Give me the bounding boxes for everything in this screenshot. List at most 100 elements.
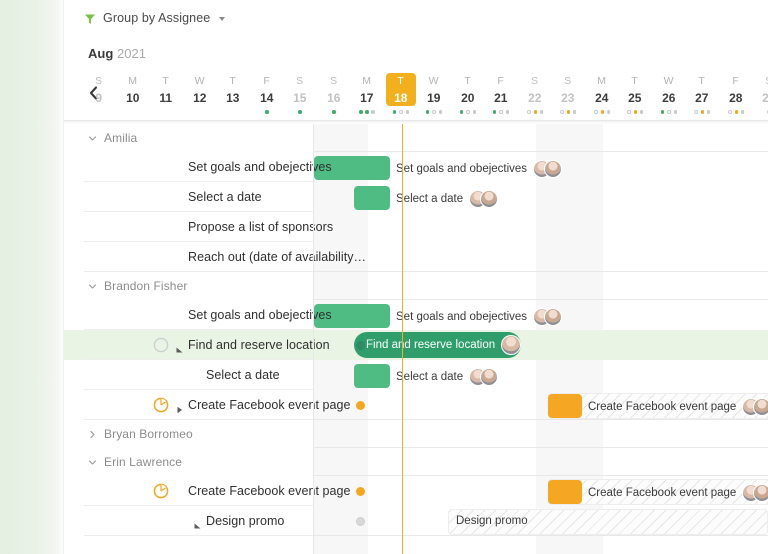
task-name-label: Propose a list of sponsors: [188, 220, 334, 234]
group-header-bryan-borromeo[interactable]: Bryan Borromeo: [64, 420, 313, 448]
task-row[interactable]: Design promo: [64, 506, 365, 536]
day-activity-dots: [183, 108, 217, 116]
day-column-22[interactable]: S 22: [518, 70, 552, 120]
task-list-pane: Amilia Set goals and obejectives Select a …: [64, 124, 366, 554]
assignee-avatars[interactable]: [533, 308, 563, 326]
avatar[interactable]: [544, 160, 563, 178]
activity-dot: [706, 110, 710, 114]
avatar[interactable]: [544, 308, 563, 326]
day-column-20[interactable]: T 20: [451, 70, 485, 120]
day-column-14[interactable]: F 14: [250, 70, 284, 120]
task-status-dot[interactable]: [356, 371, 365, 380]
gantt-bar-selected[interactable]: Find and reserve location: [354, 332, 522, 358]
task-status-dot[interactable]: [356, 487, 365, 496]
gantt-app: Group by Assignee Aug 2021 S 9 M 10 T 11 W 12 T 1…: [0, 0, 768, 554]
task-row[interactable]: Select a date: [64, 360, 365, 390]
day-column-10[interactable]: M 10: [116, 70, 150, 120]
day-column-12[interactable]: W 12: [183, 70, 217, 120]
chevron-down-icon[interactable]: [84, 458, 100, 467]
day-column-16[interactable]: S 16: [317, 70, 351, 120]
avatar[interactable]: [753, 398, 768, 416]
activity-dot: [693, 109, 698, 115]
task-row[interactable]: Set goals and obejectives: [64, 300, 365, 330]
day-number-label: 29: [762, 91, 768, 105]
day-of-week-label: T: [229, 75, 237, 87]
task-row[interactable]: Select a date: [64, 182, 365, 212]
assignee-avatars[interactable]: [501, 335, 522, 355]
day-column-25[interactable]: T 25: [618, 70, 652, 120]
day-column-17[interactable]: M 17: [350, 70, 384, 120]
day-number-label: 27: [695, 91, 709, 105]
expand-triangle-icon[interactable]: [176, 401, 186, 414]
task-row[interactable]: Set goals and obejectives: [64, 152, 365, 182]
day-column-9[interactable]: S9: [82, 70, 116, 120]
day-column-19[interactable]: W 19: [417, 70, 451, 120]
task-row[interactable]: Find and reserve location: [64, 330, 365, 360]
day-number-label: 16: [327, 91, 341, 105]
group-by-assignee-button[interactable]: Group by Assignee: [84, 11, 226, 25]
task-status-dot[interactable]: [356, 341, 365, 350]
task-status-dot[interactable]: [356, 311, 365, 320]
assignee-avatars[interactable]: [742, 484, 768, 502]
progress-ring-icon[interactable]: [153, 397, 169, 413]
task-status-dot[interactable]: [356, 193, 365, 202]
task-status-dot[interactable]: [356, 163, 365, 172]
assignee-avatars[interactable]: [469, 368, 499, 386]
group-header-brandon-fisher[interactable]: Brandon Fisher: [64, 272, 313, 300]
assignee-avatars[interactable]: [469, 190, 499, 208]
day-column-28[interactable]: F 28: [719, 70, 753, 120]
activity-dot: [600, 110, 604, 114]
day-number-label: 24: [595, 91, 609, 105]
chevron-down-icon[interactable]: [219, 17, 226, 21]
gantt-bar-label: Select a date: [396, 190, 499, 208]
activity-dot: [505, 110, 509, 114]
day-column-18[interactable]: T 18: [384, 70, 418, 120]
avatar[interactable]: [501, 335, 522, 355]
chevron-right-icon[interactable]: [84, 430, 100, 439]
day-column-15[interactable]: S 15: [283, 70, 317, 120]
task-row[interactable]: Reach out (date of availability…: [64, 242, 366, 272]
day-column-29[interactable]: S 29: [752, 70, 768, 120]
avatar[interactable]: [480, 368, 499, 386]
group-header-amilia[interactable]: Amilia: [64, 124, 313, 152]
day-column-26[interactable]: W 26: [652, 70, 686, 120]
activity-dot: [606, 110, 610, 114]
collapse-triangle-icon[interactable]: [176, 341, 186, 353]
task-row[interactable]: Create Facebook event page: [64, 476, 365, 506]
day-column-24[interactable]: M 24: [585, 70, 619, 120]
day-of-week-label: F: [732, 75, 740, 87]
chevron-down-icon[interactable]: [84, 282, 100, 291]
gantt-bar-text: Create Facebook event page: [588, 487, 737, 499]
gantt-bar[interactable]: [548, 394, 582, 418]
activity-dot: [533, 110, 537, 114]
activity-dot: [425, 110, 429, 114]
day-activity-dots: [618, 108, 652, 116]
task-row[interactable]: Create Facebook event page: [64, 390, 365, 420]
day-of-week-label: S: [564, 75, 572, 87]
day-column-27[interactable]: T 27: [685, 70, 719, 120]
gantt-bar-label: Create Facebook event page: [588, 484, 768, 502]
toolbar: Group by Assignee: [64, 0, 768, 40]
task-row[interactable]: Propose a list of sponsors: [64, 212, 333, 242]
progress-ring-icon[interactable]: [153, 483, 169, 499]
group-header-erin-lawrence[interactable]: Erin Lawrence: [64, 448, 313, 476]
assignee-avatars[interactable]: [742, 398, 768, 416]
day-column-13[interactable]: T 13: [216, 70, 250, 120]
day-column-21[interactable]: F 21: [484, 70, 518, 120]
chevron-down-icon[interactable]: [84, 134, 100, 143]
avatar[interactable]: [753, 484, 768, 502]
day-number-label: 15: [293, 91, 307, 105]
day-activity-dots: [518, 108, 552, 116]
day-activity-dots: [350, 108, 384, 116]
left-decorative-strip: [0, 0, 64, 554]
assignee-avatars[interactable]: [533, 160, 563, 178]
gantt-bar[interactable]: [548, 480, 582, 504]
task-status-dot[interactable]: [356, 401, 365, 410]
day-column-11[interactable]: T 11: [149, 70, 183, 120]
day-activity-dots: [250, 108, 284, 116]
circle-empty-icon[interactable]: [153, 337, 169, 353]
collapse-triangle-icon[interactable]: [194, 517, 204, 529]
task-status-dot[interactable]: [356, 517, 365, 526]
day-column-23[interactable]: S 23: [551, 70, 585, 120]
avatar[interactable]: [480, 190, 499, 208]
